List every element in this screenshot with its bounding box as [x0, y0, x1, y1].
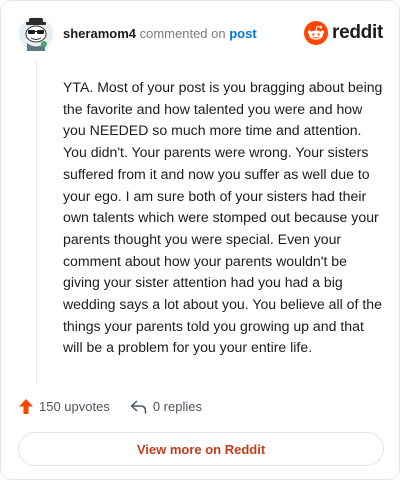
post-link[interactable]: post	[229, 26, 256, 41]
author-name[interactable]: sheramom4	[63, 26, 136, 41]
reddit-wordmark: reddit	[332, 22, 383, 43]
thread-line	[36, 59, 37, 385]
replies-button[interactable]: 0 replies	[130, 399, 202, 414]
reply-count: 0 replies	[152, 399, 202, 414]
avatar[interactable]	[19, 17, 53, 51]
comment-actions: 150 upvotes 0 replies	[19, 399, 202, 414]
upvote-arrow-icon	[19, 399, 33, 414]
upvote-count: 150 upvotes	[39, 399, 110, 414]
view-more-button[interactable]: View more on Reddit	[18, 432, 384, 466]
commented-on-label: commented on	[139, 26, 226, 41]
reddit-brand[interactable]: reddit	[304, 21, 383, 45]
comment-header: sheramom4 commented on post	[63, 26, 257, 42]
comment-body: YTA. Most of your post is you bragging a…	[63, 79, 383, 356]
upvote-button[interactable]: 150 upvotes	[19, 399, 110, 414]
reply-arrow-icon	[130, 400, 147, 414]
reddit-logo-icon	[304, 21, 329, 45]
comment-card: sheramom4 commented on post reddit YTA. …	[0, 0, 400, 480]
